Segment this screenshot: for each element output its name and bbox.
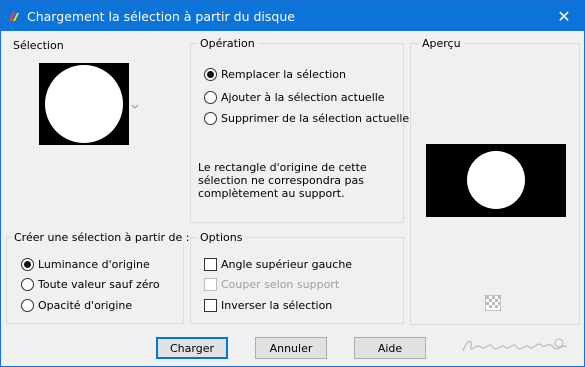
thumbnail-dropdown-arrow[interactable] [131, 100, 139, 109]
radio-label: Luminance d'origine [38, 258, 150, 271]
radio-original-luminance[interactable]: Luminance d'origine [21, 258, 150, 271]
check-invert-selection[interactable]: Inverser la sélection [204, 299, 332, 312]
checkbox[interactable] [204, 278, 217, 291]
preview-image [426, 144, 566, 217]
operation-panel-title: Opération [197, 37, 258, 50]
cancel-button[interactable]: Annuler [255, 337, 327, 359]
radio-any-nonzero[interactable]: Toute valeur sauf zéro [21, 278, 160, 291]
operation-info-text: Le rectangle d'origine de cette sélectio… [198, 161, 367, 200]
signature-watermark [459, 335, 571, 357]
close-icon: ✕ [557, 6, 571, 26]
radio-button[interactable] [21, 299, 34, 312]
checkbox-label: Couper selon support [221, 278, 340, 291]
radio-button[interactable] [204, 112, 217, 125]
selection-panel: Sélection [6, 39, 186, 226]
radio-add-to-selection[interactable]: Ajouter à la sélection actuelle [204, 91, 385, 104]
check-top-left-corner[interactable]: Angle supérieur gauche [204, 258, 352, 271]
load-button[interactable]: Charger [156, 337, 228, 359]
transparency-icon[interactable] [484, 294, 502, 312]
operation-panel: Opération Remplacer la sélection Ajouter… [190, 37, 409, 223]
dialog-window: Chargement la sélection à partir du disq… [0, 0, 585, 367]
radio-replace-selection[interactable]: Remplacer la sélection [204, 68, 346, 81]
radio-original-opacity[interactable]: Opacité d'origine [21, 299, 132, 312]
checkbox-label: Inverser la sélection [221, 299, 333, 312]
checkbox[interactable] [204, 299, 217, 312]
info-line: complètement au support. [198, 187, 345, 200]
selection-thumbnail[interactable] [39, 63, 129, 145]
preview-panel: Aperçu [410, 37, 580, 325]
window-title: Chargement la sélection à partir du disq… [27, 8, 295, 24]
checkbox[interactable] [204, 258, 217, 271]
radio-remove-from-selection[interactable]: Supprimer de la sélection actuelle [204, 112, 409, 125]
radio-label: Ajouter à la sélection actuelle [221, 91, 385, 104]
radio-label: Toute valeur sauf zéro [38, 278, 160, 291]
radio-label: Opacité d'origine [38, 299, 133, 312]
close-button[interactable]: ✕ [544, 1, 584, 31]
check-crop-to-canvas[interactable]: Couper selon support [204, 278, 339, 291]
radio-button[interactable] [21, 258, 34, 271]
radio-label: Remplacer la sélection [221, 68, 346, 81]
options-panel-title: Options [197, 231, 246, 244]
title-bar[interactable]: Chargement la sélection à partir du disq… [1, 1, 584, 31]
radio-button[interactable] [204, 68, 217, 81]
radio-button[interactable] [21, 278, 34, 291]
options-panel: Options Angle supérieur gauche Couper se… [190, 231, 404, 324]
help-button[interactable]: Aide [354, 337, 426, 359]
app-icon [7, 9, 21, 23]
info-line: Le rectangle d'origine de cette [198, 161, 367, 174]
checkbox-label: Angle supérieur gauche [221, 258, 353, 271]
source-panel: Créer une sélection à partir de : Lumina… [6, 231, 193, 324]
preview-panel-title: Aperçu [419, 37, 464, 50]
radio-button[interactable] [204, 91, 217, 104]
info-line: sélection ne correspondra pas [198, 174, 364, 187]
selection-panel-title: Sélection [10, 39, 67, 52]
source-panel-title: Créer une sélection à partir de : [11, 231, 193, 244]
radio-label: Supprimer de la sélection actuelle [221, 112, 410, 125]
